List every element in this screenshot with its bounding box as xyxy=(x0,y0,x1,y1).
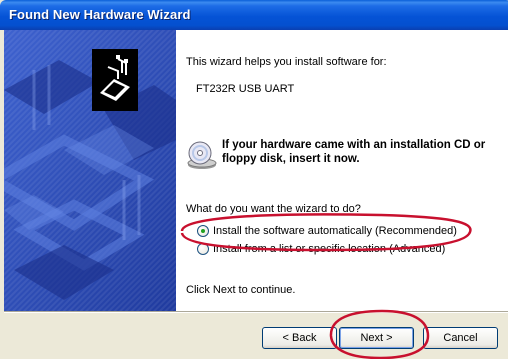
option-label: Install from a list or specific location… xyxy=(213,243,446,255)
hardware-board-icon xyxy=(92,49,138,111)
wizard-window: Found New Hardware Wizard This wizard he… xyxy=(0,0,512,359)
wizard-content xyxy=(176,30,508,311)
cancel-button[interactable]: Cancel xyxy=(423,327,498,349)
wizard-banner xyxy=(4,30,176,311)
option-label: Install the software automatically (Reco… xyxy=(213,225,457,237)
window-edge xyxy=(508,0,512,359)
back-button[interactable]: < Back xyxy=(262,327,337,349)
intro-text: This wizard helps you install software f… xyxy=(186,56,387,68)
wizard-question: What do you want the wizard to do? xyxy=(186,203,361,215)
banner-graphic xyxy=(4,30,176,311)
radio-button[interactable] xyxy=(197,243,209,255)
footer-instruction: Click Next to continue. xyxy=(186,284,296,296)
radio-button-selected[interactable] xyxy=(197,225,209,237)
option-install-from-list[interactable]: Install from a list or specific location… xyxy=(197,243,445,255)
cd-message: If your hardware came with an installati… xyxy=(222,139,486,165)
window-title: Found New Hardware Wizard xyxy=(9,7,191,22)
button-divider xyxy=(4,311,508,313)
next-button[interactable]: Next > xyxy=(339,327,414,349)
device-name: FT232R USB UART xyxy=(196,83,295,95)
cd-disk-icon xyxy=(187,141,217,169)
option-install-automatically[interactable]: Install the software automatically (Reco… xyxy=(197,225,457,237)
title-bar[interactable]: Found New Hardware Wizard xyxy=(0,0,512,30)
